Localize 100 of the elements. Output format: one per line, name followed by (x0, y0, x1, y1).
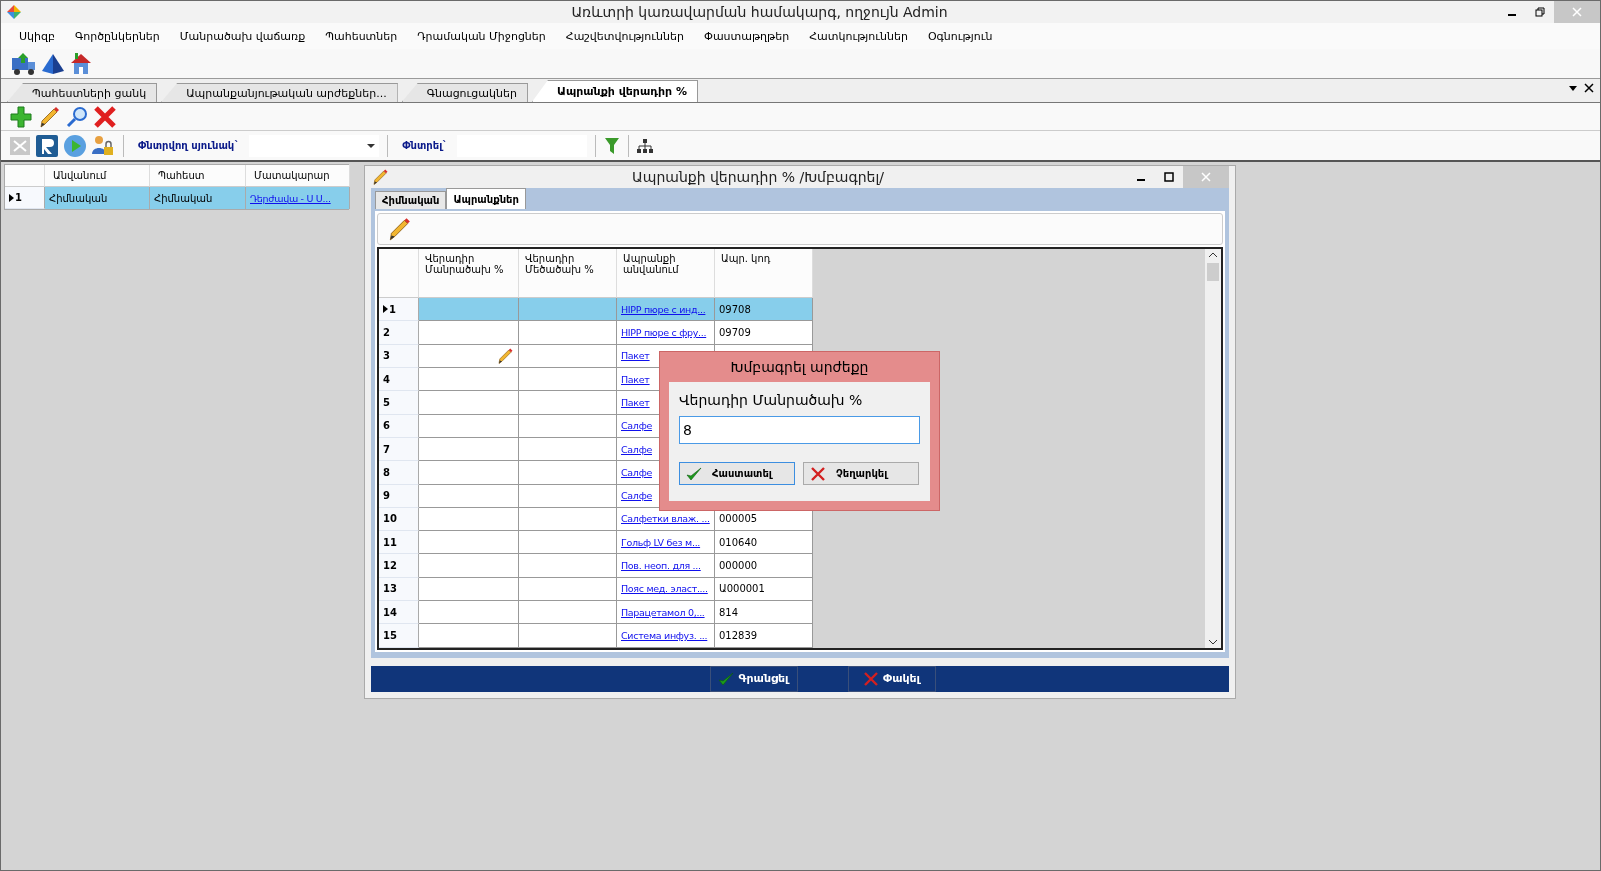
close-icon[interactable] (1584, 83, 1594, 93)
scroll-down-icon[interactable] (1208, 637, 1218, 646)
row-header[interactable]: 7 (379, 437, 419, 462)
menu-item[interactable]: Հաշվետվություններ (555, 29, 694, 43)
product-link[interactable]: Салфе (621, 466, 652, 478)
product-link[interactable]: Пояс мед. эласт.... (621, 583, 708, 595)
table-cell: 010640 (715, 531, 813, 555)
table-cell: Հիմնական (150, 187, 246, 209)
product-link[interactable]: Система инфуз. ... (621, 629, 708, 641)
row-header[interactable]: 11 (379, 531, 419, 555)
pyramid-icon[interactable] (41, 52, 65, 75)
users-lock-icon[interactable] (91, 133, 115, 158)
row-header[interactable]: 1 (5, 187, 45, 209)
cancel-button[interactable]: Չեղարկել (803, 462, 919, 485)
row-header[interactable]: 1 (379, 298, 419, 322)
tab[interactable]: Հիմնական (375, 191, 447, 210)
row-header[interactable]: 8 (379, 461, 419, 485)
close-icon (1572, 7, 1582, 17)
filter-icon[interactable] (604, 136, 621, 155)
row-header[interactable]: 9 (379, 484, 419, 508)
product-link[interactable]: HIPP пюре с фру... (621, 327, 707, 339)
row-header[interactable]: 3 (379, 344, 419, 369)
row-header[interactable]: 4 (379, 368, 419, 392)
scroll-up-icon[interactable] (1208, 251, 1218, 260)
product-link[interactable]: Салфе (621, 420, 652, 432)
product-link[interactable]: Пакет (621, 373, 650, 385)
row-number: 13 (383, 583, 397, 595)
row-number: 12 (383, 560, 397, 572)
scroll-thumb[interactable] (1207, 263, 1219, 282)
confirm-button[interactable]: Հաստատել (679, 462, 795, 485)
column-header: Վերադիր Մեծածախ % (519, 249, 617, 299)
row-header[interactable]: 13 (379, 577, 419, 601)
menu-item[interactable]: Դրամական Միջոցներ (407, 29, 556, 43)
search-icon[interactable] (65, 104, 89, 129)
save-button[interactable]: Գրանցել (709, 665, 798, 692)
maximize-icon[interactable] (1164, 172, 1174, 183)
dialog-title: Ապրանքի վերադիր % /Խմբագրել/ (631, 169, 885, 186)
product-link[interactable]: Пов. неоп. для ... (621, 560, 701, 572)
product-link[interactable]: Гольф LV без м... (621, 536, 701, 548)
window-title: Առևտրի կառավարման համակարգ, ողջույն Admin (570, 4, 949, 20)
row-number: 8 (383, 466, 390, 478)
tab[interactable]: Ապրանքանյութական արժեքներ... (161, 83, 398, 102)
table-cell: 012839 (715, 624, 813, 648)
product-link[interactable]: Пакет (621, 396, 650, 408)
hierarchy-icon[interactable] (637, 137, 654, 154)
table-cell: 000000 (715, 554, 813, 578)
search-label: Փնտրել` (401, 140, 449, 151)
restore-icon[interactable] (1535, 7, 1545, 17)
product-link[interactable]: Салфетки влаж. ... (621, 513, 710, 525)
product-link[interactable]: HIPP пюре с инд... (621, 303, 706, 315)
check-icon (686, 465, 702, 482)
row-header[interactable]: 12 (379, 554, 419, 578)
input-field[interactable]: 8 (679, 416, 920, 444)
menu-item[interactable]: Մանրածախ վաճառք (169, 29, 316, 43)
table-cell: 09709 (715, 321, 813, 345)
menu-item[interactable]: Գործընկերներ (64, 29, 170, 43)
supplier-link[interactable]: Դերժավա - Ս Ս... (250, 192, 331, 204)
tab[interactable]: Պահեստների ցանկ (7, 83, 158, 102)
column-header: Անվանում (45, 165, 150, 187)
caret-icon (367, 142, 376, 149)
row-number: 1 (15, 192, 22, 203)
product-link[interactable]: Парацетамол 0,... (621, 606, 705, 618)
tab[interactable]: Ապրանքներ (446, 188, 526, 210)
row-header[interactable]: 6 (379, 414, 419, 438)
product-link[interactable]: Салфе (621, 490, 652, 502)
menu-item[interactable]: Հատկություններ (799, 29, 918, 43)
row-pointer-icon (9, 193, 14, 202)
menu-item[interactable]: Փաստաթղթեր (693, 29, 800, 43)
row-header[interactable]: 14 (379, 601, 419, 625)
column-header: Վերադիր Մանրածախ % (419, 249, 519, 299)
row-number: 9 (383, 490, 390, 502)
row-header[interactable]: 10 (379, 507, 419, 532)
row-number: 10 (383, 513, 397, 525)
tab[interactable]: Գնացուցակներ (401, 83, 528, 102)
row-number: 7 (383, 443, 390, 455)
row-number: 5 (383, 396, 390, 408)
table-cell: 09708 (715, 298, 813, 322)
row-header[interactable]: 15 (379, 624, 419, 648)
row-header[interactable]: 5 (379, 391, 419, 415)
menu-item[interactable]: Օգնություն (917, 29, 1003, 43)
report-icon[interactable] (35, 133, 59, 158)
close-button[interactable]: Փակել (847, 665, 936, 692)
menu-item[interactable]: Պահեստներ (315, 29, 408, 43)
delete-icon[interactable] (93, 104, 117, 129)
add-icon[interactable] (9, 104, 33, 129)
tab[interactable]: Ապրանքի վերադիր % (531, 80, 698, 102)
row-header[interactable]: 2 (379, 321, 419, 345)
menu-item[interactable]: Սկիզբ (9, 29, 65, 43)
row-number: 3 (383, 350, 390, 362)
dropdown-icon[interactable] (1568, 83, 1578, 93)
house-icon[interactable] (69, 51, 93, 76)
product-link[interactable]: Пакет (621, 350, 650, 362)
scrollbar[interactable] (1205, 249, 1221, 648)
edit-cursor-icon (496, 346, 514, 365)
column-header: Պահեստ (150, 165, 246, 187)
row-number: 6 (383, 420, 390, 432)
row-number: 2 (383, 327, 390, 339)
truck-icon[interactable] (11, 51, 37, 76)
product-link[interactable]: Салфе (621, 443, 652, 455)
table-cell: Հիմնական (45, 187, 150, 209)
